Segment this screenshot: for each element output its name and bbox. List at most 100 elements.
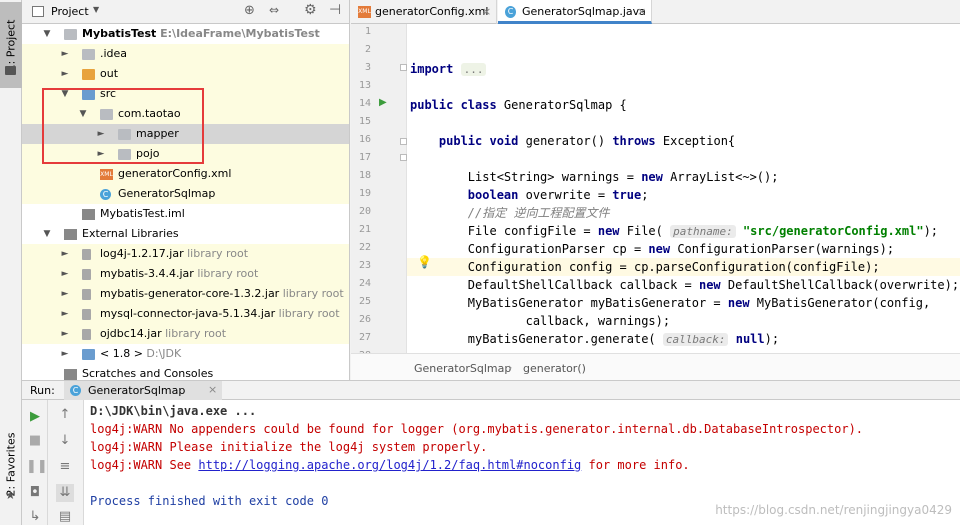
gear-icon[interactable]: ⚙ [304, 2, 317, 18]
chevron-down-icon[interactable]: ▼ [93, 5, 99, 14]
jar-icon [82, 329, 91, 340]
tree-item-secondary: library root [161, 327, 227, 340]
java-class-icon: C [70, 385, 81, 396]
console-link[interactable]: http://logging.apache.org/log4j/1.2/faq.… [198, 458, 581, 472]
tree-item[interactable]: ► out [22, 64, 349, 84]
soft-wrap-icon[interactable]: ≡ [56, 458, 74, 476]
scroll-to-end-icon[interactable]: ⇊ [56, 484, 74, 502]
login-icon[interactable]: ↳ [26, 508, 44, 525]
line-number: 2 [364, 44, 371, 55]
project-tree: ▼ MybatisTest E:\IdeaFrame\MybatisTest ► .i… [22, 24, 349, 380]
close-icon[interactable]: × [637, 0, 646, 24]
tree-item-label: out [100, 67, 119, 80]
fold-icon[interactable] [400, 138, 407, 145]
line-number: 18 [358, 170, 371, 181]
chevron-right-icon[interactable]: ► [60, 64, 70, 84]
rerun-icon[interactable]: ▶ [26, 408, 44, 426]
chevron-right-icon[interactable]: ► [60, 264, 70, 284]
pause-icon[interactable]: ❚❚ [26, 458, 48, 476]
project-panel-title[interactable]: Project [51, 5, 89, 18]
code-editor[interactable]: 12313141516171819202122232425262728▶ imp… [351, 24, 960, 353]
arrow-down-icon[interactable]: ↓ [56, 432, 74, 450]
code-line: public class GeneratorSqlmap { [410, 98, 627, 112]
jar-icon [82, 309, 91, 320]
code-line: import ... [410, 60, 487, 78]
breadcrumb: GeneratorSqlmap › generator() [351, 353, 960, 380]
tree-item[interactable]: ► ojdbc14.jar library root [22, 324, 349, 344]
tree-item[interactable]: ► mysql-connector-java-5.1.34.jar library… [22, 304, 349, 324]
camera-icon[interactable]: ◘ [26, 484, 44, 502]
chevron-right-icon[interactable]: ► [60, 344, 70, 364]
tree-item[interactable]: ► mybatis-generator-core-1.3.2.jar librar… [22, 284, 349, 304]
tree-item[interactable]: C GeneratorSqlmap [22, 184, 349, 204]
jar-icon [82, 269, 91, 280]
tree-item[interactable]: ► log4j-1.2.17.jar library root [22, 244, 349, 264]
tree-item-label: MybatisTest.iml [100, 207, 185, 220]
tree-item-label: Scratches and Consoles [82, 367, 214, 380]
project-tool-tab[interactable]: 1: Project [0, 2, 22, 88]
locate-icon[interactable]: ⊕ [244, 3, 255, 18]
fold-icon[interactable] [400, 154, 407, 161]
project-tab-label: 1: Project [4, 19, 18, 71]
chevron-down-icon[interactable]: ▼ [42, 24, 52, 44]
libraries-icon [64, 229, 77, 240]
stop-icon[interactable]: ■ [26, 432, 44, 450]
ide-window: 1: Project 2: Favorites ★ Project ▼ ⊕ ⇔ … [0, 0, 960, 525]
java-class-icon: C [100, 189, 111, 200]
tab-generator-config-xml[interactable]: XML generatorConfig.xml × [351, 0, 497, 24]
minimize-icon[interactable]: ⊣ [329, 2, 341, 18]
tree-item[interactable]: MybatisTest.iml [22, 204, 349, 224]
run-tab[interactable]: C GeneratorSqlmap × [64, 381, 222, 400]
code-line: boolean overwrite = true; [467, 188, 649, 202]
chevron-right-icon[interactable]: ► [60, 44, 70, 64]
chevron-right-icon[interactable]: ► [60, 324, 70, 344]
iml-file-icon [82, 209, 95, 220]
code-line: myBatisGenerator.generate( callback: nul… [410, 332, 780, 346]
tree-item-secondary: library root [279, 287, 344, 300]
console-line: Process finished with exit code 0 [90, 492, 328, 510]
code-line: List<String> warnings = new ArrayList<~>… [410, 170, 779, 184]
code-line: Configuration config = cp.parseConfigura… [407, 258, 960, 276]
tab-label: generatorConfig.xml [375, 5, 489, 18]
folder-icon [82, 49, 95, 60]
line-number: 27 [358, 332, 371, 343]
scratches-icon [64, 369, 77, 380]
console-line: log4j:WARN Please initialize the log4j s… [90, 438, 487, 456]
tree-item[interactable]: ▼ External Libraries [22, 224, 349, 244]
tree-item-label: log4j-1.2.17.jar library root [100, 247, 249, 260]
tree-item[interactable]: Scratches and Consoles [22, 364, 349, 380]
xml-file-icon: XML [358, 6, 371, 18]
chevron-down-icon[interactable]: ▼ [42, 224, 52, 244]
star-icon: ★ [5, 488, 16, 502]
tree-item[interactable]: ► < 1.8 > D:\JDK [22, 344, 349, 364]
tree-item[interactable]: ► .idea [22, 44, 349, 64]
tree-item-secondary: library root [275, 307, 340, 320]
lightbulb-icon[interactable]: 💡 [417, 255, 432, 269]
tree-item-secondary: library root [193, 267, 259, 280]
tab-generator-sqlmap-java[interactable]: C GeneratorSqlmap.java × [498, 0, 652, 24]
line-number: 13 [358, 80, 371, 91]
chevron-right-icon[interactable]: ► [60, 304, 70, 324]
print-icon[interactable]: ▤ [56, 508, 74, 525]
run-panel-header: Run: C GeneratorSqlmap × [22, 380, 960, 400]
line-number: 22 [358, 242, 371, 253]
close-icon[interactable]: × [208, 383, 217, 396]
code-line: File configFile = new File( pathname: "s… [410, 224, 939, 238]
line-number: 14 [358, 98, 371, 109]
chevron-right-icon[interactable]: ► [60, 284, 70, 304]
breadcrumb-class[interactable]: GeneratorSqlmap [414, 362, 511, 375]
breadcrumb-method[interactable]: generator() [523, 362, 586, 375]
arrow-up-icon[interactable]: ↑ [56, 406, 74, 424]
tree-item[interactable]: ► mybatis-3.4.4.jar library root [22, 264, 349, 284]
tree-item[interactable]: ▼ MybatisTest E:\IdeaFrame\MybatisTest [22, 24, 349, 44]
line-number: 24 [358, 278, 371, 289]
fold-icon[interactable] [400, 64, 407, 71]
close-icon[interactable]: × [482, 0, 491, 24]
chevron-right-icon[interactable]: ► [60, 244, 70, 264]
jar-icon [82, 249, 91, 260]
xml-file-icon: XML [100, 169, 113, 180]
tree-item[interactable]: XML generatorConfig.xml [22, 164, 349, 184]
run-gutter-icon[interactable]: ▶ [379, 97, 387, 108]
breadcrumb-separator-icon: › [508, 361, 513, 374]
collapse-all-icon[interactable]: ⇔ [269, 3, 279, 17]
